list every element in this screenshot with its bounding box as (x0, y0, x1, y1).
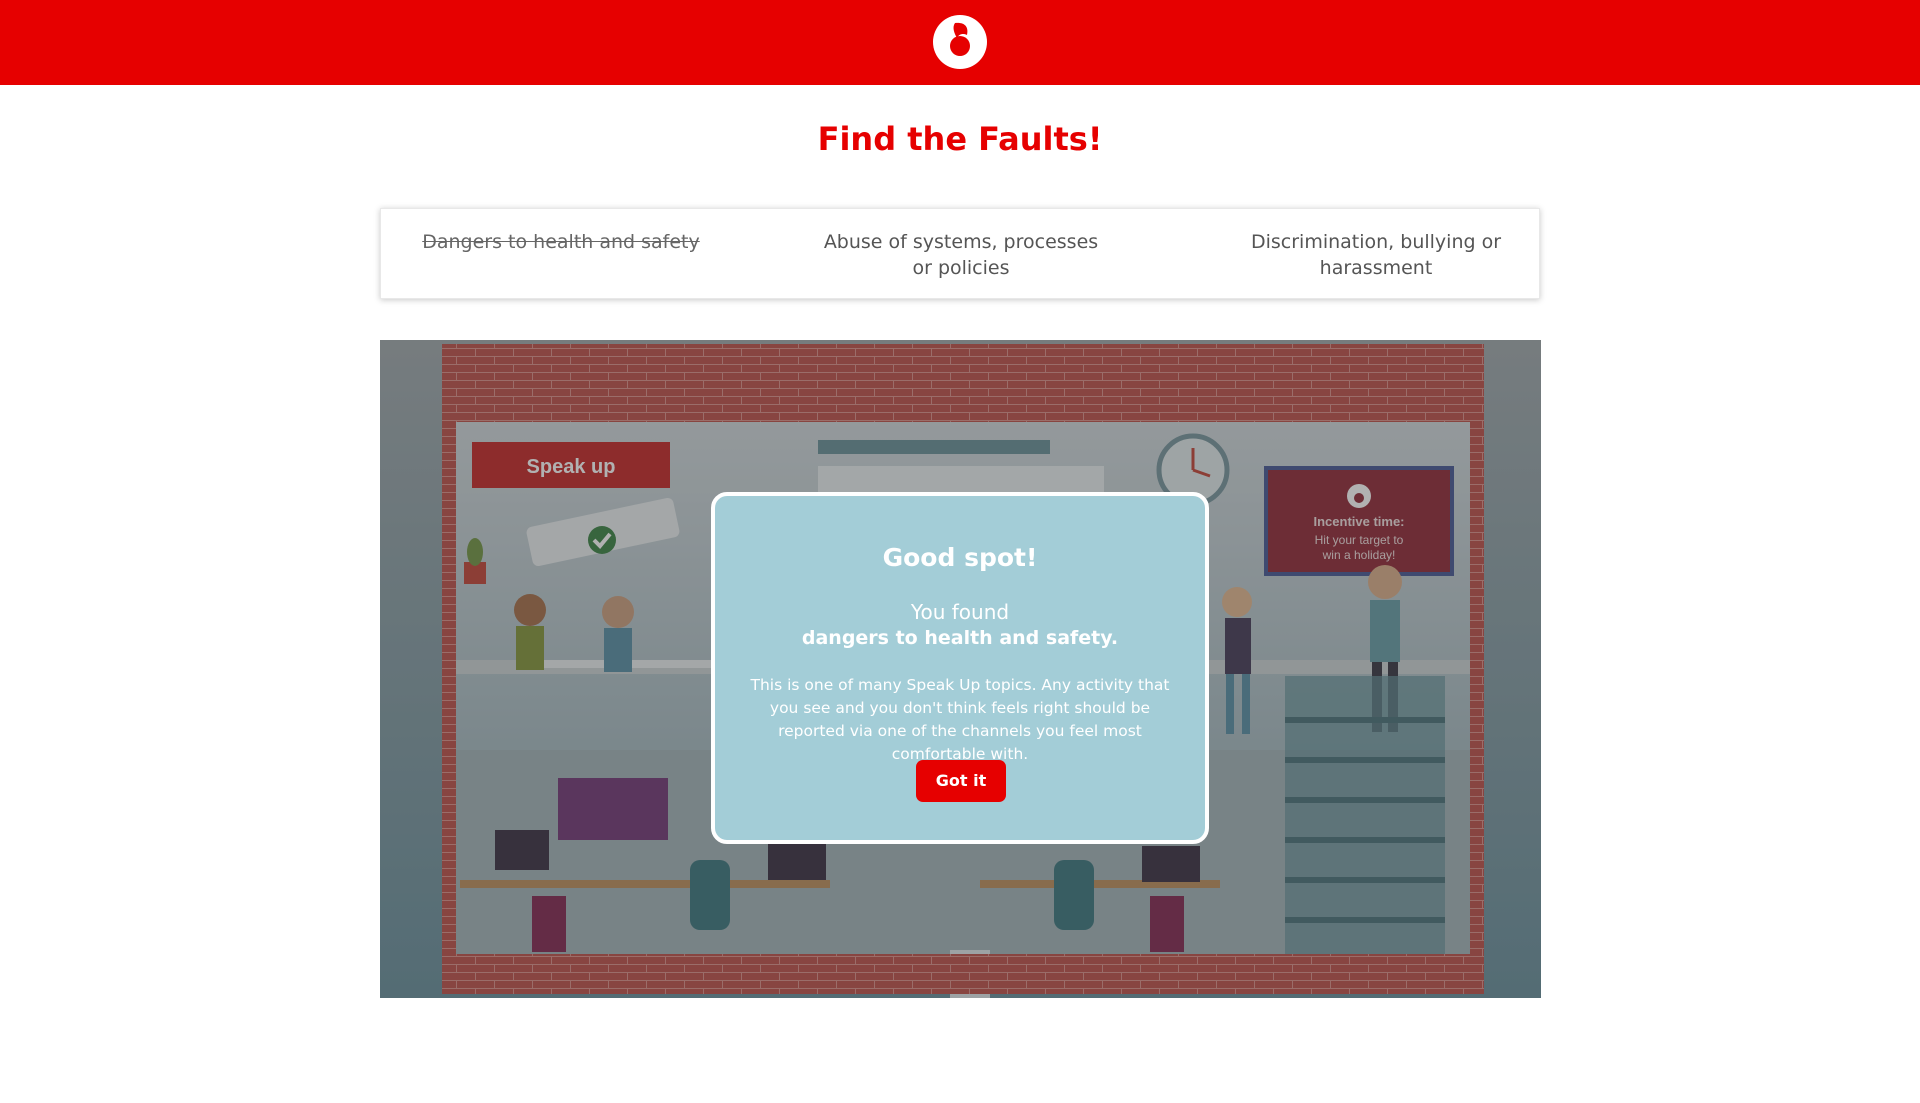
dialog-found-prefix: You found (910, 600, 1010, 624)
category-discrimination: Discrimination, bullying or harassment (1250, 231, 1502, 279)
good-spot-dialog: Good spot! You found dangers to health a… (711, 492, 1209, 844)
vodafone-logo-icon (933, 15, 987, 69)
category-health-and-safety: Dangers to health and safety (422, 231, 700, 253)
top-header-bar (0, 0, 1920, 85)
got-it-button[interactable]: Got it (916, 760, 1006, 802)
category-abuse-of-systems: Abuse of systems, processes or policies (823, 231, 1099, 279)
category-list: Dangers to health and safety Abuse of sy… (380, 208, 1540, 299)
dialog-title: Good spot! (882, 543, 1038, 572)
page-title: Find the Faults! (817, 120, 1103, 158)
dialog-found-topic: dangers to health and safety. (801, 627, 1119, 649)
dialog-body: This is one of many Speak Up topics. Any… (750, 676, 1170, 763)
